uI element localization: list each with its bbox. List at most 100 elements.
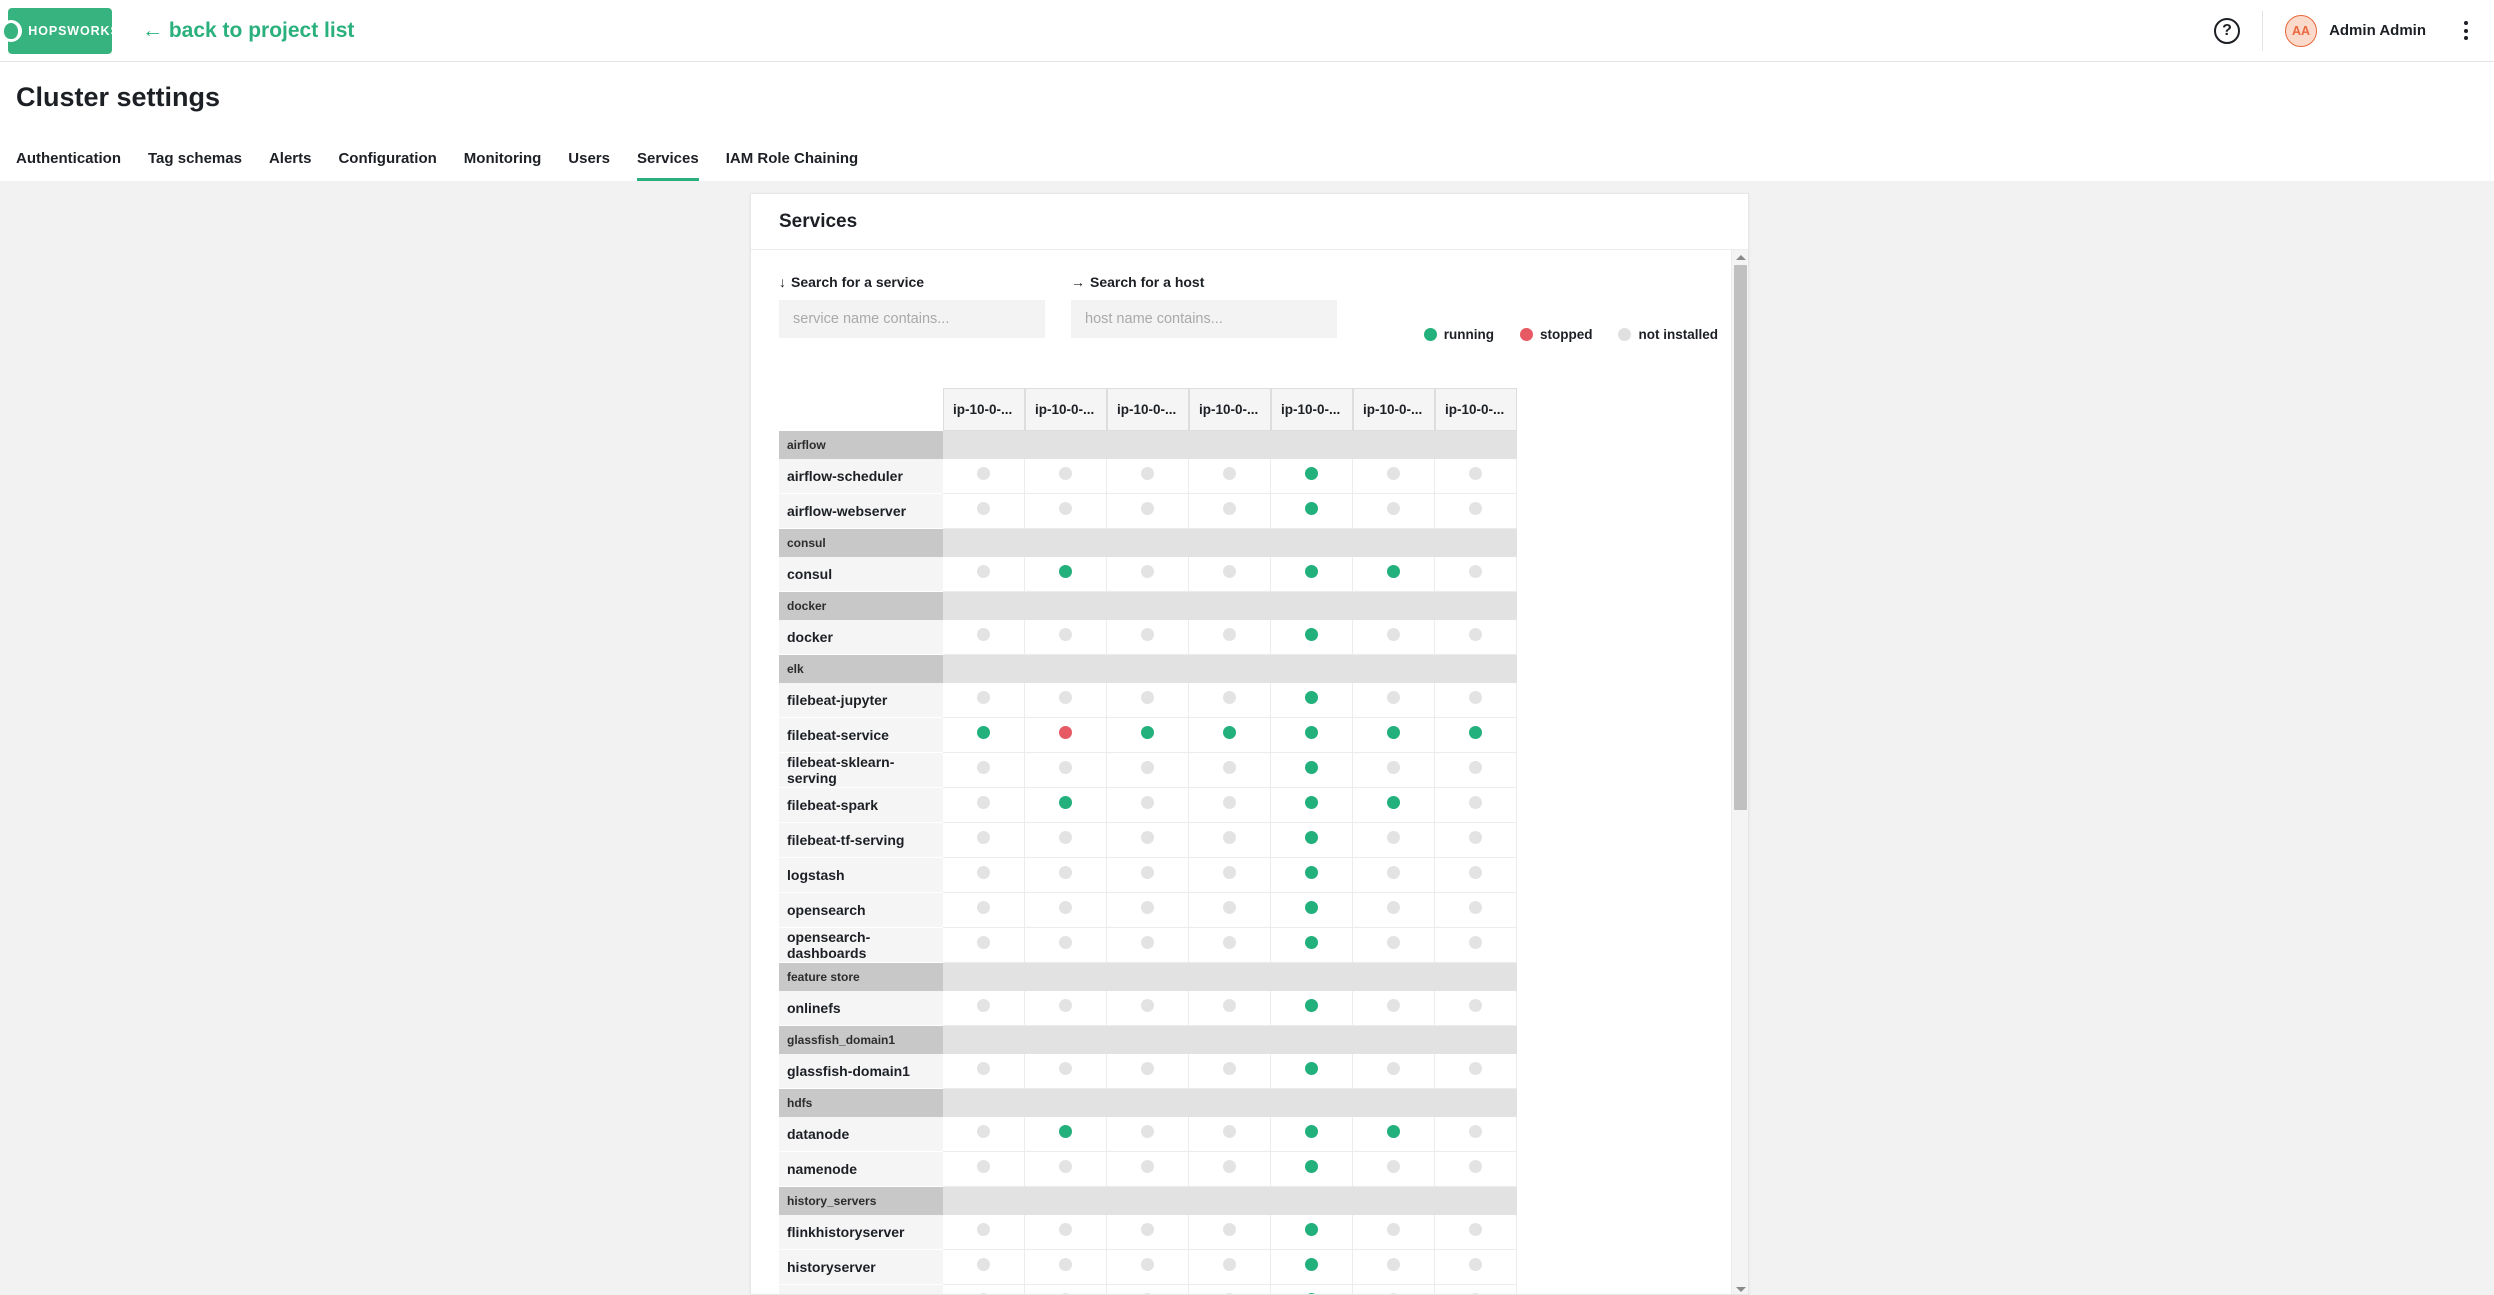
service-status-cell[interactable] [1107,1117,1189,1152]
service-status-cell[interactable] [1353,1250,1435,1285]
service-status-cell[interactable] [1189,1152,1271,1187]
host-column-header[interactable]: ip-10-0-... [1025,388,1107,431]
service-status-cell[interactable] [1107,1054,1189,1089]
service-status-cell[interactable] [943,1152,1025,1187]
service-status-cell[interactable] [1025,1054,1107,1089]
service-status-cell[interactable] [1189,1250,1271,1285]
service-status-cell[interactable] [943,620,1025,655]
service-status-cell[interactable] [1025,753,1107,788]
service-status-cell[interactable] [1107,683,1189,718]
service-status-cell[interactable] [1353,893,1435,928]
tab-alerts[interactable]: Alerts [269,150,312,181]
service-status-cell[interactable] [1353,788,1435,823]
service-status-cell[interactable] [1189,1285,1271,1295]
service-status-cell[interactable] [1353,1054,1435,1089]
service-status-cell[interactable] [1189,683,1271,718]
service-status-cell[interactable] [1189,991,1271,1026]
back-to-project-list-link[interactable]: ← back to project list [142,19,354,43]
service-status-cell[interactable] [1271,557,1353,592]
service-status-cell[interactable] [943,928,1025,963]
search-service-input[interactable] [779,300,1045,338]
service-status-cell[interactable] [1107,557,1189,592]
service-status-cell[interactable] [1271,823,1353,858]
service-status-cell[interactable] [1025,459,1107,494]
service-status-cell[interactable] [1107,1215,1189,1250]
service-status-cell[interactable] [1189,928,1271,963]
service-status-cell[interactable] [1353,459,1435,494]
host-column-header[interactable]: ip-10-0-... [1189,388,1271,431]
tab-configuration[interactable]: Configuration [338,150,436,181]
service-status-cell[interactable] [1271,788,1353,823]
host-column-header[interactable]: ip-10-0-... [1435,388,1517,431]
service-status-cell[interactable] [1107,753,1189,788]
service-status-cell[interactable] [943,893,1025,928]
tab-monitoring[interactable]: Monitoring [464,150,541,181]
service-status-cell[interactable] [1271,1215,1353,1250]
service-status-cell[interactable] [943,1250,1025,1285]
service-status-cell[interactable] [1353,1152,1435,1187]
service-status-cell[interactable] [1025,557,1107,592]
service-status-cell[interactable] [1435,788,1517,823]
service-status-cell[interactable] [1435,1054,1517,1089]
service-status-cell[interactable] [1353,753,1435,788]
service-status-cell[interactable] [1353,683,1435,718]
service-status-cell[interactable] [1353,928,1435,963]
service-status-cell[interactable] [1271,683,1353,718]
service-status-cell[interactable] [943,683,1025,718]
service-status-cell[interactable] [1435,823,1517,858]
service-status-cell[interactable] [1189,494,1271,529]
service-status-cell[interactable] [943,718,1025,753]
service-status-cell[interactable] [1271,928,1353,963]
tab-users[interactable]: Users [568,150,610,181]
search-host-input[interactable] [1071,300,1337,338]
service-status-cell[interactable] [1107,1250,1189,1285]
service-status-cell[interactable] [1189,858,1271,893]
service-status-cell[interactable] [1189,1054,1271,1089]
service-status-cell[interactable] [1435,494,1517,529]
service-status-cell[interactable] [1435,1117,1517,1152]
service-status-cell[interactable] [1353,1215,1435,1250]
service-status-cell[interactable] [1353,1285,1435,1295]
service-status-cell[interactable] [1025,1152,1107,1187]
service-status-cell[interactable] [1353,823,1435,858]
service-status-cell[interactable] [1025,823,1107,858]
help-icon[interactable]: ? [2214,18,2240,44]
service-status-cell[interactable] [1107,1285,1189,1295]
scrollbar-thumb[interactable] [1734,265,1747,810]
service-status-cell[interactable] [1435,557,1517,592]
service-status-cell[interactable] [1107,858,1189,893]
service-status-cell[interactable] [1189,1215,1271,1250]
service-status-cell[interactable] [1025,858,1107,893]
service-status-cell[interactable] [943,557,1025,592]
service-status-cell[interactable] [1189,718,1271,753]
service-status-cell[interactable] [1025,1250,1107,1285]
service-status-cell[interactable] [1025,620,1107,655]
service-status-cell[interactable] [943,1285,1025,1295]
avatar[interactable]: AA [2285,15,2317,47]
service-status-cell[interactable] [1271,858,1353,893]
service-status-cell[interactable] [1107,788,1189,823]
service-status-cell[interactable] [1353,620,1435,655]
service-status-cell[interactable] [943,1054,1025,1089]
service-status-cell[interactable] [1435,991,1517,1026]
service-status-cell[interactable] [1189,788,1271,823]
service-status-cell[interactable] [1107,459,1189,494]
service-status-cell[interactable] [1271,1054,1353,1089]
service-status-cell[interactable] [1107,620,1189,655]
service-status-cell[interactable] [1435,1215,1517,1250]
service-status-cell[interactable] [1189,459,1271,494]
service-status-cell[interactable] [1271,753,1353,788]
tab-iam-role-chaining[interactable]: IAM Role Chaining [726,150,859,181]
service-status-cell[interactable] [1435,1250,1517,1285]
host-column-header[interactable]: ip-10-0-... [943,388,1025,431]
service-status-cell[interactable] [1189,753,1271,788]
caret-down-icon[interactable] [1732,1282,1749,1295]
service-status-cell[interactable] [1435,753,1517,788]
service-status-cell[interactable] [1435,858,1517,893]
service-status-cell[interactable] [1271,1250,1353,1285]
service-status-cell[interactable] [1025,1285,1107,1295]
service-status-cell[interactable] [1271,1285,1353,1295]
service-status-cell[interactable] [1271,991,1353,1026]
service-status-cell[interactable] [1189,893,1271,928]
service-status-cell[interactable] [1025,788,1107,823]
